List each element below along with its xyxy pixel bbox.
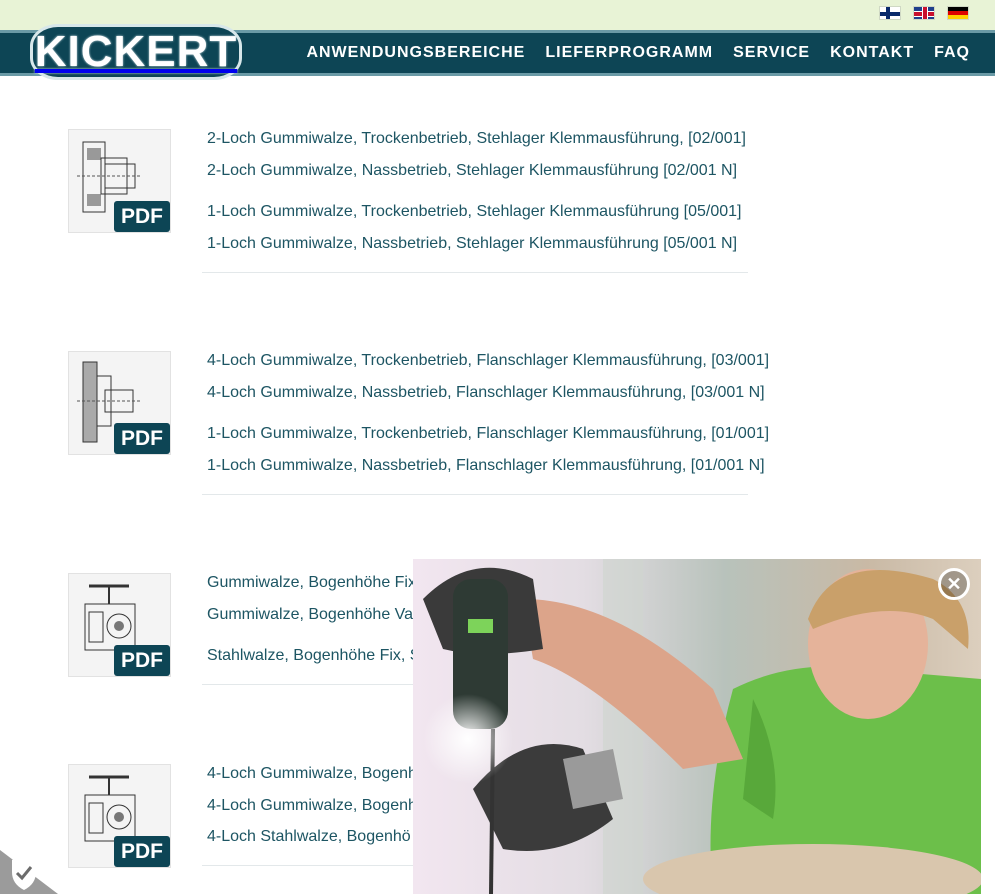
finnish-flag-icon[interactable] bbox=[879, 6, 901, 20]
pdf-thumbnail[interactable]: PDF bbox=[68, 129, 171, 233]
divider bbox=[202, 494, 748, 495]
pdf-link[interactable]: 4-Loch Stahlwalze, Bogenhö bbox=[207, 828, 411, 846]
pdf-link[interactable]: Gummiwalze, Bogenhöhe Va bbox=[207, 606, 413, 624]
kickert-logo[interactable]: KICKERT bbox=[30, 24, 242, 80]
nav-item-kontakt[interactable]: KONTAKT bbox=[830, 44, 914, 62]
pdf-link[interactable]: 1-Loch Gummiwalze, Trockenbetrieb, Flans… bbox=[207, 425, 769, 443]
close-icon[interactable]: ✕ bbox=[938, 568, 970, 600]
nav-item-service[interactable]: SERVICE bbox=[733, 44, 810, 62]
language-switcher bbox=[879, 6, 969, 20]
privacy-settings-button[interactable] bbox=[0, 830, 58, 894]
nav-item-anwendungsbereiche[interactable]: ANWENDUNGSBEREICHE bbox=[306, 44, 525, 62]
german-flag-icon[interactable] bbox=[947, 6, 969, 20]
pdf-thumbnail[interactable]: PDF bbox=[68, 573, 171, 677]
video-frame-image bbox=[413, 559, 981, 894]
pdf-link[interactable]: 4-Loch Gummiwalze, Trockenbetrieb, Flans… bbox=[207, 352, 769, 370]
divider bbox=[202, 272, 748, 273]
pdf-thumbnail[interactable]: PDF bbox=[68, 764, 171, 868]
pdf-link[interactable]: 4-Loch Gummiwalze, Bogenh bbox=[207, 797, 417, 815]
pdf-link[interactable]: Stahlwalze, Bogenhöhe Fix, S bbox=[207, 647, 420, 665]
pdf-link[interactable]: 2-Loch Gummiwalze, Nassbetrieb, Stehlage… bbox=[207, 162, 737, 180]
pdf-badge: PDF bbox=[114, 645, 170, 676]
video-popup[interactable]: ✕ bbox=[413, 559, 981, 894]
pdf-link[interactable]: Gummiwalze, Bogenhöhe Fix bbox=[207, 574, 416, 592]
pdf-badge: PDF bbox=[114, 201, 170, 232]
nav-menu: ANWENDUNGSBEREICHE LIEFERPROGRAMM SERVIC… bbox=[306, 44, 970, 62]
pdf-link[interactable]: 1-Loch Gummiwalze, Nassbetrieb, Flanschl… bbox=[207, 457, 765, 475]
logo-text: KICKERT bbox=[34, 27, 238, 76]
english-flag-icon[interactable] bbox=[913, 6, 935, 20]
pdf-link[interactable]: 4-Loch Gummiwalze, Bogenh bbox=[207, 765, 417, 783]
pdf-link[interactable]: 2-Loch Gummiwalze, Trockenbetrieb, Stehl… bbox=[207, 130, 746, 148]
pdf-link[interactable]: 1-Loch Gummiwalze, Trockenbetrieb, Stehl… bbox=[207, 203, 742, 221]
pdf-badge: PDF bbox=[114, 836, 170, 867]
nav-item-faq[interactable]: FAQ bbox=[934, 44, 970, 62]
pdf-badge: PDF bbox=[114, 423, 170, 454]
nav-item-lieferprogramm[interactable]: LIEFERPROGRAMM bbox=[545, 44, 713, 62]
pdf-link[interactable]: 1-Loch Gummiwalze, Nassbetrieb, Stehlage… bbox=[207, 235, 737, 253]
pdf-link[interactable]: 4-Loch Gummiwalze, Nassbetrieb, Flanschl… bbox=[207, 384, 765, 402]
shield-check-icon bbox=[0, 850, 58, 894]
pdf-thumbnail[interactable]: PDF bbox=[68, 351, 171, 455]
